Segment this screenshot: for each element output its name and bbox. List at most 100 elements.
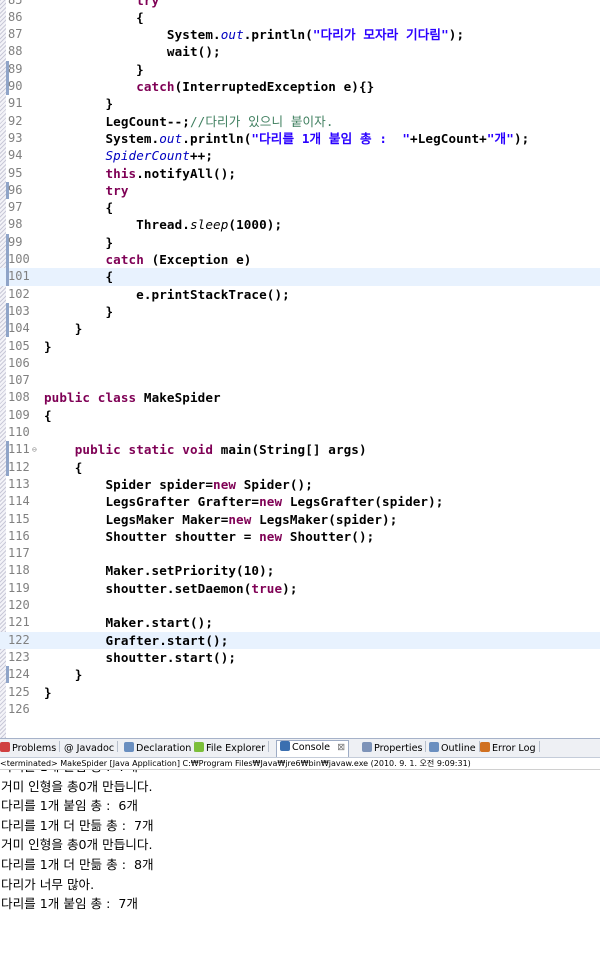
tab-label: Outline <box>441 743 476 754</box>
tab-console[interactable]: Console ⊠ <box>276 740 350 757</box>
code-line[interactable]: 85 try <box>0 0 600 9</box>
code-line[interactable]: 99 } <box>0 233 600 251</box>
code-line[interactable]: 123 shoutter.start(); <box>0 649 600 666</box>
code-line[interactable]: 107 <box>0 372 600 389</box>
tab-label: Console <box>292 742 331 753</box>
code-text: shoutter.start(); <box>44 649 237 665</box>
code-line[interactable]: 94 SpiderCount++; <box>0 147 600 164</box>
code-line[interactable]: 126 <box>0 701 600 718</box>
code-text: { <box>44 200 114 216</box>
console-output[interactable]: 다리를 1개 붙임 총 : 7개거미 인형을 총0개 만듭니다.다리를 1개 붙… <box>0 770 600 958</box>
code-line[interactable]: 104 } <box>0 320 600 338</box>
code-line[interactable]: 118 Maker.setPriority(10); <box>0 562 600 579</box>
code-text: } <box>44 61 144 77</box>
code-line[interactable]: 121 Maker.start(); <box>0 614 600 631</box>
code-line[interactable]: 96 try <box>0 181 600 200</box>
code-line[interactable]: 124 } <box>0 666 600 684</box>
properties-icon <box>362 742 372 752</box>
console-status: <terminated> MakeSpider [Java Applicatio… <box>0 758 600 770</box>
code-text: public static void main(String[] args) <box>74 442 367 458</box>
console-line: 다리를 1개 더 만듦 총 : 8개 <box>1 857 154 872</box>
code-text: System.out.println("다리가 모자라 기다림"); <box>44 27 465 43</box>
tab-error-log[interactable]: Error Log <box>480 741 540 755</box>
line-number: 107 <box>8 373 30 388</box>
code-line[interactable]: 105} <box>0 338 600 355</box>
code-line[interactable]: 113 Spider spider=new Spider(); <box>0 476 600 493</box>
line-number: 96 <box>8 182 23 197</box>
line-number: 119 <box>8 580 30 595</box>
code-text: try <box>105 182 129 198</box>
code-text: Maker.setPriority(10); <box>44 563 275 579</box>
code-line[interactable]: 97 { <box>0 199 600 216</box>
line-number: 124 <box>8 667 30 682</box>
line-number: 100 <box>8 252 30 266</box>
close-tab-icon[interactable]: ⊠ <box>334 742 345 753</box>
line-number: 118 <box>8 563 30 578</box>
line-number: 104 <box>8 321 30 336</box>
code-line[interactable]: 87 System.out.println("다리가 모자라 기다림"); <box>0 26 600 43</box>
line-number: 113 <box>8 476 30 491</box>
tab-declaration[interactable]: Declaration <box>124 741 196 755</box>
code-line[interactable]: 101 { <box>0 268 600 286</box>
tab-properties[interactable]: Properties <box>362 741 427 755</box>
code-line[interactable]: 119 shoutter.setDaemon(true); <box>0 580 600 597</box>
code-editor[interactable]: 85 try86 {87 System.out.println("다리가 모자라… <box>0 0 600 738</box>
declaration-icon <box>124 742 134 752</box>
console-line: 다리를 1개 더 만듦 총 : 7개 <box>1 817 154 833</box>
code-line[interactable]: 89 } <box>0 60 600 78</box>
line-number: 91 <box>8 96 23 111</box>
code-line[interactable]: 125} <box>0 684 600 701</box>
code-line[interactable]: 86 { <box>0 9 600 26</box>
code-line[interactable]: 109 { <box>0 407 600 424</box>
code-line[interactable]: 103 } <box>0 302 600 321</box>
tab-file-explorer[interactable]: File Explorer <box>194 741 270 755</box>
tab-separator <box>538 741 540 752</box>
code-text: } <box>44 338 52 354</box>
console-line: 거미 인형을 총0개 만듭니다. <box>1 837 153 853</box>
code-line[interactable]: 92 LegCount--;//다리가 있으니 붙이자. <box>0 113 600 130</box>
line-number: 109 <box>8 407 30 422</box>
code-line[interactable]: 108 public class MakeSpider <box>0 389 600 406</box>
line-number: 94 <box>8 148 23 163</box>
tab-javadoc[interactable]: @ Javadoc <box>64 741 119 755</box>
line-number: 123 <box>8 649 30 664</box>
code-line[interactable]: 98 Thread.sleep(1000); <box>0 216 600 233</box>
code-line[interactable]: 120 <box>0 597 600 614</box>
code-line[interactable]: 110 <box>0 424 600 441</box>
code-text: this.notifyAll(); <box>105 165 237 181</box>
line-number: 112 <box>8 459 30 474</box>
console-line: 다리를 1개 붙임 총 : 6개 <box>1 798 138 814</box>
code-line[interactable]: 91 } <box>0 95 600 112</box>
code-line[interactable]: 102 e.printStackTrace(); <box>0 286 600 303</box>
code-text: } <box>44 303 114 319</box>
tab-outline[interactable]: Outline <box>429 741 480 755</box>
code-line[interactable]: 122 Grafter.start(); <box>0 631 600 649</box>
code-line[interactable]: 112 { <box>0 458 600 476</box>
code-line[interactable]: 88 wait(); <box>0 43 600 60</box>
code-text: LegsMaker Maker=new LegsMaker(spider); <box>44 511 398 527</box>
line-number: 126 <box>8 701 30 716</box>
code-line[interactable]: 117 <box>0 545 600 562</box>
code-line[interactable]: 93 System.out.println("다리를 1개 붙임 총 : "+L… <box>0 130 600 147</box>
code-text: } <box>44 684 52 700</box>
tab-problems[interactable]: Problems <box>0 741 61 755</box>
code-line[interactable]: 116 Shoutter shoutter = new Shoutter(); <box>0 528 600 545</box>
code-line[interactable]: 114 LegsGrafter Grafter=new LegsGrafter(… <box>0 493 600 510</box>
tab-label: Error Log <box>492 743 536 754</box>
code-line[interactable]: 90 catch(InterruptedException e){} <box>0 78 600 96</box>
line-number: 85 <box>8 0 36 9</box>
outline-icon <box>429 742 439 752</box>
code-line[interactable]: 95 this.notifyAll(); <box>0 165 600 182</box>
line-number: 117 <box>8 546 30 561</box>
line-number: 98 <box>8 217 23 232</box>
fold-toggle-icon[interactable]: ⊖ <box>32 446 37 454</box>
line-number: 97 <box>8 200 23 215</box>
line-number: 86 <box>8 9 23 24</box>
code-text: { <box>44 459 83 475</box>
code-text: { <box>44 269 114 285</box>
code-line[interactable]: 106 <box>0 355 600 372</box>
code-line[interactable]: 115 LegsMaker Maker=new LegsMaker(spider… <box>0 511 600 528</box>
code-line[interactable]: 100 catch (Exception e) <box>0 251 600 269</box>
code-line[interactable]: 111 ⊖ public static void main(String[] ar… <box>0 441 600 459</box>
code-text: Thread.sleep(1000); <box>44 217 283 233</box>
